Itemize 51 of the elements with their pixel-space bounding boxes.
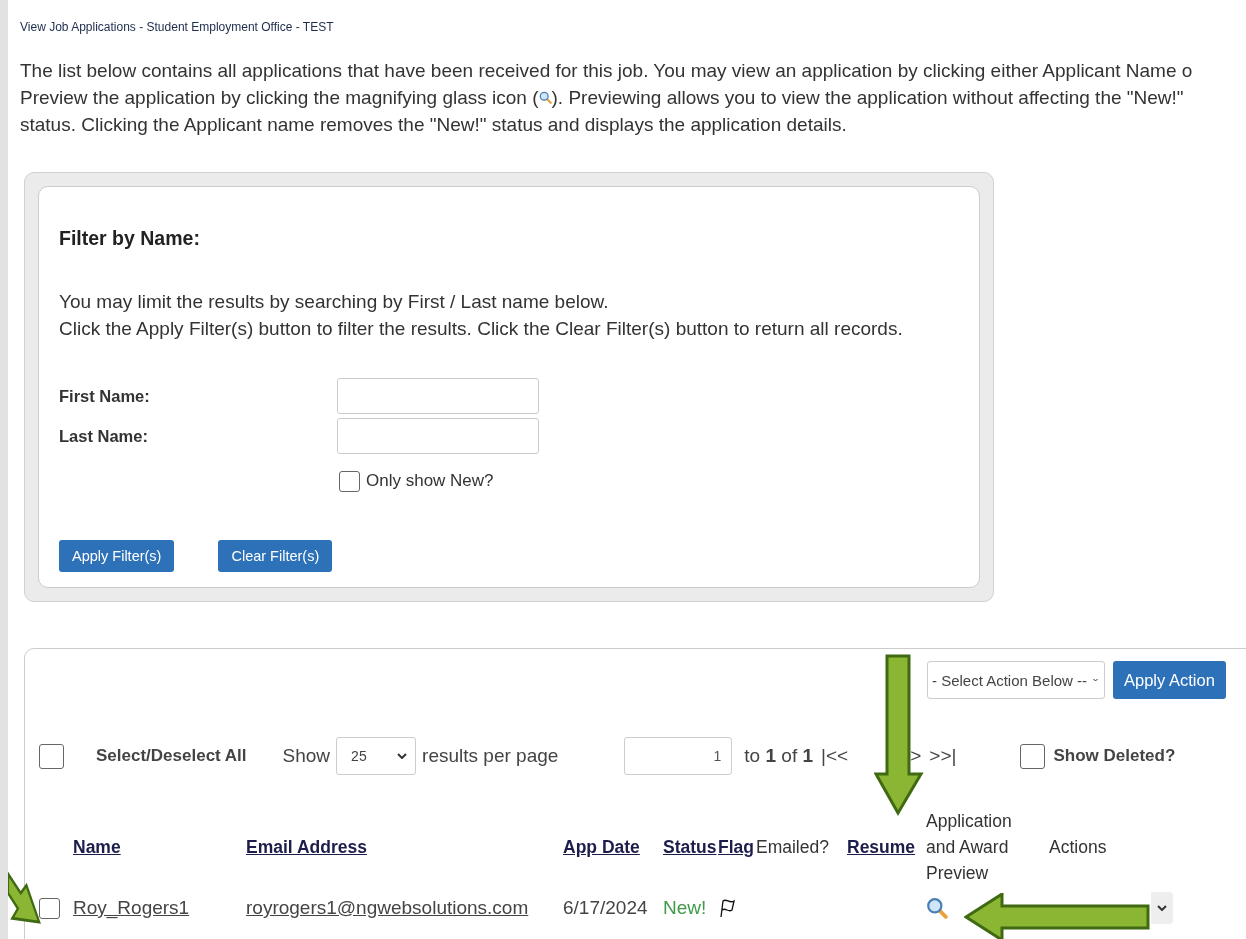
column-header[interactable]: Status (663, 834, 717, 860)
caret-icon (1093, 677, 1098, 683)
checkbox[interactable] (339, 470, 360, 492)
intro-text: Preview the application by clicking the magnifying glass icon ( (20, 86, 539, 110)
pager-link[interactable]: > (910, 745, 922, 767)
checkbox[interactable] (39, 743, 64, 769)
checkbox[interactable] (1020, 743, 1046, 769)
caret-icon (1157, 905, 1167, 911)
apply-action-button[interactable]: Apply Action (1113, 661, 1226, 699)
status-cell-text: New! (663, 896, 707, 920)
intro-text: status. Clicking the Applicant name removes the "New!" status and displays the application details. (20, 113, 848, 137)
column-header: Actions (1049, 836, 1107, 859)
intro-text: The list below contains all applications that have been received for this job. You may view an application by clicking either Applicant Name o (20, 59, 1194, 83)
table-cell-text: 6/17/2024 (563, 896, 648, 920)
select-all-label: Select/Deselect All (96, 746, 247, 766)
field-label: Last Name: (59, 426, 149, 446)
email-link[interactable]: royrogers1@ngwebsolutions.com (246, 886, 529, 930)
filter-button[interactable]: Clear Filter(s) (218, 540, 333, 572)
field-label: First Name: (59, 386, 151, 406)
checkbox-label: Only show New? (366, 471, 494, 491)
actions-dropdown[interactable] (1151, 892, 1173, 924)
per-page-select[interactable]: 25 (336, 737, 417, 775)
magnifier-icon[interactable] (926, 897, 948, 919)
page-range: to 1 of 1 (744, 745, 814, 767)
column-header[interactable]: App Date (563, 834, 640, 860)
caret-icon (397, 753, 408, 759)
filter-button[interactable]: Apply Filter(s) (59, 540, 175, 572)
column-header[interactable]: Flag (718, 834, 754, 860)
magnifier-icon[interactable] (538, 91, 552, 104)
intro-text: ). Previewing allows you to view the application without affecting the "New!" (551, 86, 1184, 110)
per-page-label: results per page (422, 745, 559, 767)
column-header[interactable]: Email Address (246, 834, 367, 860)
help-text: Click the Apply Filter(s) button to filter the results. Click the Clear Filter(s) button to return all records. (59, 317, 904, 341)
filter-heading: Filter by Name: (59, 226, 201, 251)
action-select[interactable]: - Select Action Below -- (927, 661, 1105, 699)
show-deleted-label: Show Deleted? (1053, 746, 1176, 766)
page-field[interactable]: 1 (624, 737, 733, 775)
name-field[interactable] (337, 418, 539, 454)
help-text: You may limit the results by searching by First / Last name below. (59, 290, 610, 314)
flag-icon[interactable] (718, 898, 736, 918)
applicant-link[interactable]: Roy_Rogers1 (73, 886, 190, 930)
column-header: Application and Award Preview (926, 810, 1013, 885)
column-header: Emailed? (756, 836, 829, 859)
checkbox[interactable] (39, 897, 60, 919)
column-header[interactable]: Name (73, 834, 121, 860)
name-field[interactable] (337, 378, 539, 414)
pager-link[interactable]: |<< (821, 745, 849, 767)
pager-link[interactable]: >>| (929, 745, 957, 767)
column-header[interactable]: Resume (847, 834, 916, 860)
page-title: View Job Applications - Student Employment Office - TEST (20, 19, 335, 36)
show-label: Show (282, 745, 331, 767)
